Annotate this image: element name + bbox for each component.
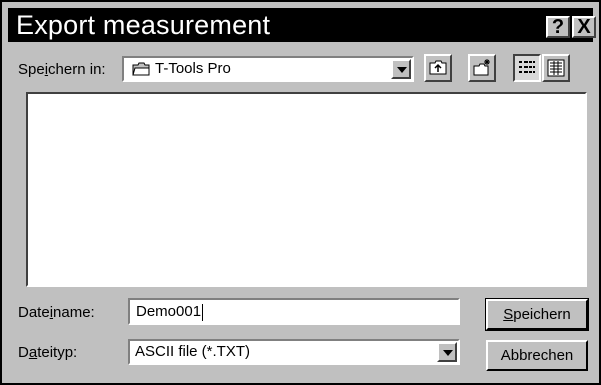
filetype-combo[interactable]: ASCII file (*.TXT) [128,339,460,365]
file-list[interactable] [26,92,587,287]
details-view-button[interactable] [542,54,570,82]
new-folder-button[interactable] [468,54,496,82]
up-folder-icon [429,60,447,75]
filename-label: Dateiname: [18,304,95,321]
filename-input[interactable]: Demo001 [128,298,460,325]
save-in-label: Speichern in: [18,61,106,78]
save-in-dropdown-arrow[interactable] [391,59,411,79]
dialog-title: Export measurement [16,10,271,40]
export-measurement-dialog: Export measurement ? X Speichern in: T-T… [0,0,601,385]
list-view-icon [519,61,535,73]
close-button[interactable]: X [572,16,596,38]
help-button[interactable]: ? [546,16,570,38]
title-bar[interactable]: Export measurement ? X [8,8,596,42]
filename-value: Demo001 [136,303,202,320]
filetype-dropdown-arrow[interactable] [437,342,457,362]
save-in-value: T-Tools Pro [155,60,231,77]
new-folder-icon [473,59,490,76]
save-in-combo[interactable]: T-Tools Pro [122,56,414,82]
filetype-value: ASCII file (*.TXT) [135,343,251,360]
text-caret [202,304,203,321]
details-view-icon [547,59,565,77]
list-view-button[interactable] [513,54,541,82]
up-folder-button[interactable] [424,54,452,82]
save-button[interactable]: Speichern [485,298,589,331]
filetype-label: Dateityp: [18,344,78,361]
cancel-button[interactable]: Abbrechen [486,340,588,371]
folder-icon [132,62,150,76]
